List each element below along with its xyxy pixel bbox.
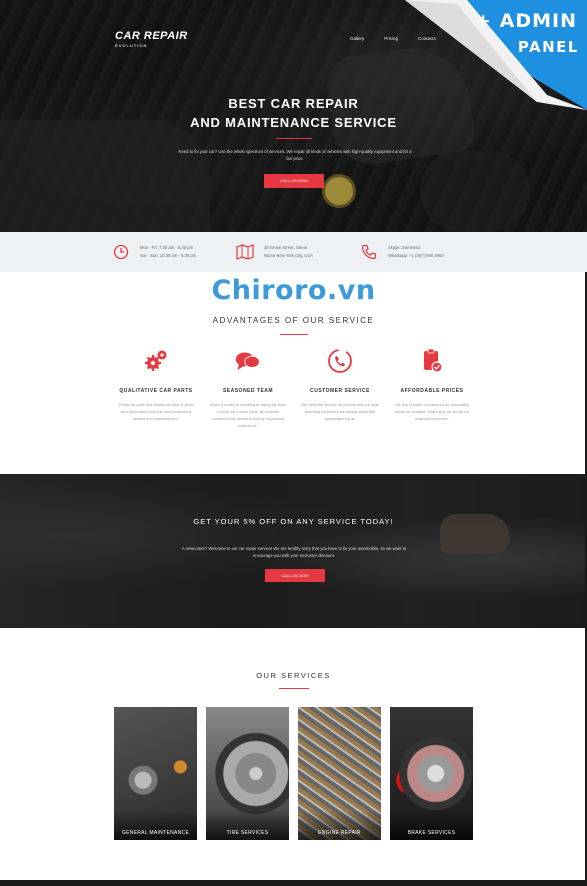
map-icon [236,243,254,261]
gears-icon [143,348,169,374]
advantage-title: CUSTOMER SERVICE [310,388,370,394]
price-clipboard-icon [419,348,445,374]
info-address: 30 Grove Street, Street Name New York Ci… [236,243,313,261]
support-24-7-icon [327,348,353,374]
logo-text: CAR REPAIR [115,30,188,42]
service-card-label: TIRE SERVICES [226,830,269,836]
nav-item-pricing[interactable]: Pricing [384,36,398,41]
page: CAR REPAIR EVOLUTION Gallery Pricing Con… [0,0,587,886]
address-line1: 30 Grove Street, Street [264,245,308,250]
phone-line1: Skype: Someoscl [388,245,421,250]
service-card-tire-services[interactable]: TIRE SERVICES [206,707,289,840]
advantages-title: ADVANTAGES OF OUR SERVICE [212,316,375,325]
hours-line1: Mon - Fri: 7:30 am - 6:30 pm [140,245,194,250]
info-phone: Skype: Someoscl Whatsapp: +1 (467) 890 4… [360,243,444,261]
phone-icon [360,243,378,261]
advantages-divider [280,334,308,335]
advantage-text: We aim to make our services as reasonabl… [395,403,469,421]
service-card-general-maintenance[interactable]: GENERAL MAINTENANCE [114,707,197,840]
ribbon-text-admin: + ADMIN [475,10,577,32]
watermark: Chiroro.vn [211,275,376,306]
hero-title-line2: AND MAINTENANCE SERVICE [190,115,397,130]
hero-divider [276,138,312,139]
advantage-text: When it comes to repairing or taking the… [209,403,287,428]
chat-bubbles-icon [235,348,261,374]
engine-oil-cap [322,174,356,208]
promo-description: A newcomer? Welcome to our car repair se… [181,546,407,558]
advantage-title: QUALITATIVE CAR PARTS [119,388,193,394]
promo-title: GET YOUR 5% OFF ON ANY SERVICE TODAY! [193,517,394,526]
services-title: OUR SERVICES [256,671,331,680]
logo-tagline: EVOLUTION [115,43,148,48]
phone-line2[interactable]: Whatsapp: +1 (467) 890 4950 [388,252,444,260]
advantage-item: SEASONED TEAM When it comes to repairing… [198,348,298,430]
service-card-brake-services[interactable]: BRAKE SERVICES [390,707,473,840]
service-card-label: BRAKE SERVICES [407,830,456,836]
hours-line2: Sat - Sun: 10:30 am - 5:30 pm [140,253,197,258]
admin-panel-ribbon: + ADMIN PANEL [397,0,587,110]
advantage-title: AFFORDABLE PRICES [400,388,464,394]
advantage-text: We value the service we provide and our … [301,403,379,421]
advantage-title: SEASONED TEAM [222,388,274,394]
service-card-label: GENERAL MAINTENANCE [121,830,190,836]
ribbon-text-panel: PANEL [517,38,579,56]
hero-description: Need to fix your car? Use the whole spec… [178,149,412,161]
advantage-item: AFFORDABLE PRICES We aim to make our ser… [382,348,482,423]
info-hours: Mon - Fri: 7:30 am - 6:30 pm Sat - Sun: … [112,243,196,261]
advantage-item: CUSTOMER SERVICE We value the service we… [290,348,390,423]
advantage-text: All the car parts and details we have in… [118,403,194,421]
site-logo[interactable]: CAR REPAIR EVOLUTION [115,30,188,48]
address-line2: Name New York City, USA [264,253,314,258]
service-card-label: ENGINE REPAIR [318,830,361,836]
clock-icon [112,243,130,261]
service-card-engine-repair[interactable]: ENGINE REPAIR [298,707,381,840]
hero-call-button[interactable]: CALL US NOW [264,174,324,188]
advantage-item: QUALITATIVE CAR PARTS All the car parts … [106,348,206,423]
promo-call-button[interactable]: CALL US NOW [265,569,325,582]
nav-item-gallery[interactable]: Gallery [350,36,364,41]
services-divider [279,688,309,689]
